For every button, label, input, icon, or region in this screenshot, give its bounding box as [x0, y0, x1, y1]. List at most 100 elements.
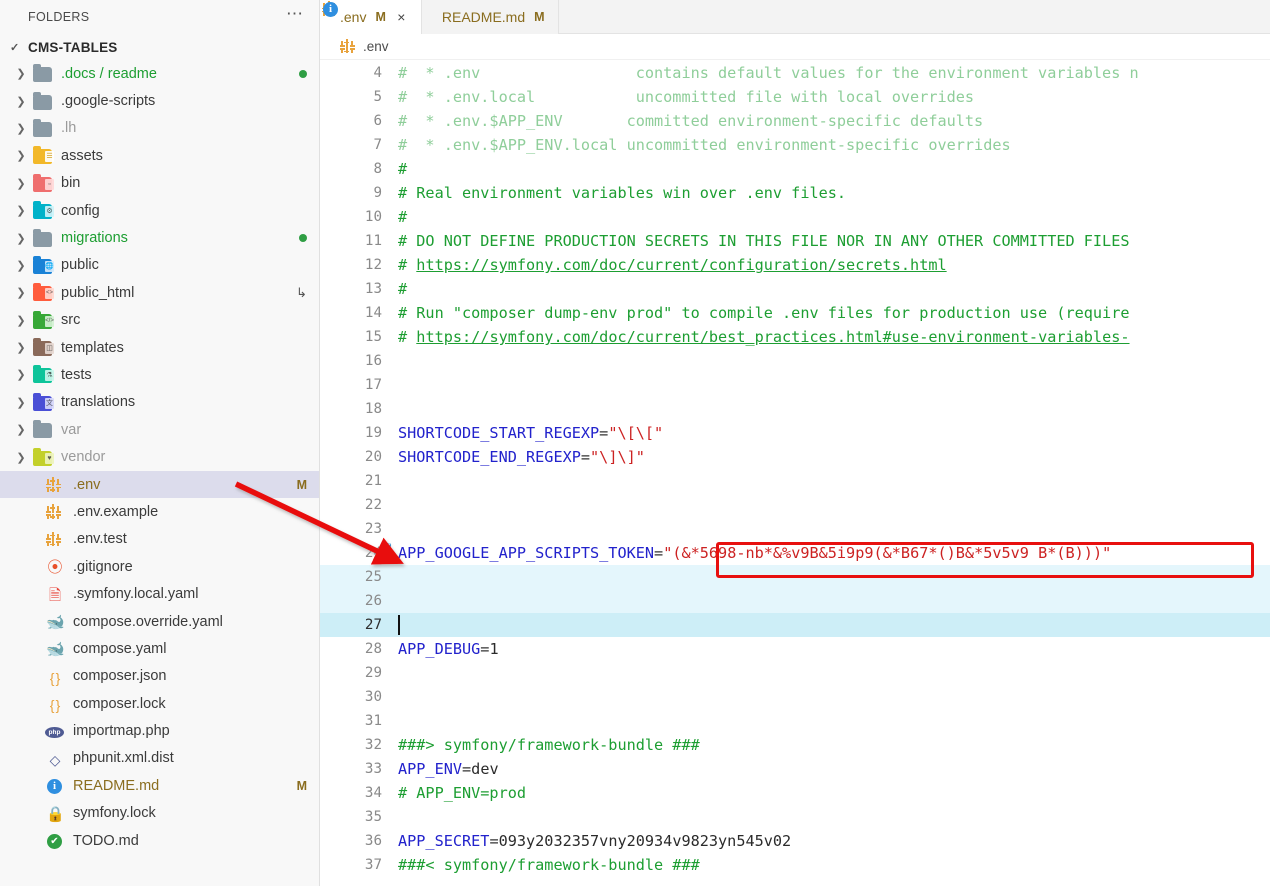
code-line[interactable]: 7 # * .env.$APP_ENV.local uncommitted env…: [320, 133, 1270, 157]
file-row--env-test[interactable]: .env.test: [0, 526, 319, 553]
code-line[interactable]: 9 # Real environment variables win over .…: [320, 181, 1270, 205]
code-line[interactable]: 29: [320, 661, 1270, 685]
tab-modified-badge: M: [534, 10, 545, 24]
code-line[interactable]: 14 # Run "composer dump-env prod" to comp…: [320, 301, 1270, 325]
symlink-icon: ↳: [296, 284, 307, 300]
project-root-row[interactable]: ✓ CMS-TABLES: [0, 34, 319, 60]
line-number: 6: [373, 113, 382, 129]
code-line[interactable]: 11 # DO NOT DEFINE PRODUCTION SECRETS IN …: [320, 229, 1270, 253]
code-line[interactable]: 32 ###> symfony/framework-bundle ###: [320, 733, 1270, 757]
folder-row-translations[interactable]: ❯ 文 translations: [0, 389, 319, 416]
file-row-compose-yaml[interactable]: 🐋 compose.yaml: [0, 635, 319, 662]
file-row-composer-json[interactable]: { } composer.json: [0, 663, 319, 690]
folder-row-vendor[interactable]: ❯ ♥ vendor: [0, 443, 319, 470]
file-row-readme-md[interactable]: i README.md M: [0, 772, 319, 799]
ellipsis-icon[interactable]: ⋯: [286, 5, 305, 25]
folder-row--docs-readme[interactable]: ❯ .docs / readme: [0, 60, 319, 87]
line-number: 20: [364, 449, 382, 465]
code-line[interactable]: 13 #: [320, 277, 1270, 301]
code-line[interactable]: 35: [320, 805, 1270, 829]
lock-icon: 🔒: [46, 805, 65, 823]
code-line[interactable]: 19 SHORTCODE_START_REGEXP="\[\[": [320, 421, 1270, 445]
code-line[interactable]: 5 # * .env.local uncommitted file with lo…: [320, 85, 1270, 109]
close-icon[interactable]: ×: [395, 9, 408, 25]
line-number: 18: [364, 401, 382, 417]
code-line[interactable]: 12 # https://symfony.com/doc/current/conf…: [320, 253, 1270, 277]
code-line[interactable]: 31: [320, 709, 1270, 733]
folder-row-migrations[interactable]: ❯ migrations: [0, 224, 319, 251]
folder-public-icon: 🌐: [32, 255, 54, 274]
code-line[interactable]: 15 # https://symfony.com/doc/current/best…: [320, 325, 1270, 349]
code-line[interactable]: 21: [320, 469, 1270, 493]
chevron-right-icon[interactable]: ❯: [10, 95, 32, 108]
chevron-right-icon[interactable]: ❯: [10, 232, 32, 245]
folder-icon: [32, 228, 54, 247]
folder-row-templates[interactable]: ❯ ◫ templates: [0, 334, 319, 361]
editor-tab-readme-md[interactable]: i README.md M: [323, 0, 559, 34]
code-line[interactable]: 16: [320, 349, 1270, 373]
code-line[interactable]: 22: [320, 493, 1270, 517]
code-line[interactable]: 24 APP_GOOGLE_APP_SCRIPTS_TOKEN="(&*5698-…: [320, 541, 1270, 565]
code-line[interactable]: 23: [320, 517, 1270, 541]
code-line[interactable]: 28 APP_DEBUG=1: [320, 637, 1270, 661]
folder-row--lh[interactable]: ❯ .lh: [0, 115, 319, 142]
folder-row-public-html[interactable]: ❯ <> public_html ↳: [0, 279, 319, 306]
file-label: .symfony.local.yaml: [73, 586, 199, 603]
file-row-compose-override-yaml[interactable]: 🐋 compose.override.yaml: [0, 608, 319, 635]
code-line[interactable]: 27: [320, 613, 1270, 637]
folder-label: var: [61, 421, 82, 438]
code-line[interactable]: 33 APP_ENV=dev: [320, 757, 1270, 781]
chevron-right-icon[interactable]: ❯: [10, 286, 32, 299]
code-line[interactable]: 25: [320, 565, 1270, 589]
chevron-right-icon[interactable]: ❯: [10, 122, 32, 135]
modified-badge: M: [296, 477, 307, 492]
folder-row-config[interactable]: ❯ ⚙ config: [0, 197, 319, 224]
chevron-down-icon: ✓: [10, 41, 20, 54]
chevron-right-icon[interactable]: ❯: [10, 423, 32, 436]
code-line[interactable]: 17: [320, 373, 1270, 397]
code-line[interactable]: 34 # APP_ENV=prod: [320, 781, 1270, 805]
code-area[interactable]: 4 # * .env contains default values for th…: [320, 61, 1270, 886]
file-row--symfony-local-yaml[interactable]: 🗎 .symfony.local.yaml: [0, 580, 319, 607]
file-row--gitignore[interactable]: ⦿ .gitignore: [0, 553, 319, 580]
folder-row--google-scripts[interactable]: ❯ .google-scripts: [0, 87, 319, 114]
chevron-right-icon[interactable]: ❯: [10, 259, 32, 272]
folder-row-tests[interactable]: ❯ ⚗ tests: [0, 361, 319, 388]
code-line[interactable]: 10 #: [320, 205, 1270, 229]
code-line[interactable]: 4 # * .env contains default values for th…: [320, 61, 1270, 85]
file-row-importmap-php[interactable]: php importmap.php: [0, 717, 319, 744]
json-icon: { }: [49, 669, 61, 686]
file-row-phpunit-xml-dist[interactable]: ◇ phpunit.xml.dist: [0, 745, 319, 772]
folder-row-var[interactable]: ❯ var: [0, 416, 319, 443]
code-line[interactable]: 8 #: [320, 157, 1270, 181]
chevron-right-icon[interactable]: ❯: [10, 341, 32, 354]
info-icon: i: [44, 777, 66, 795]
folder-row-src[interactable]: ❯ </> src: [0, 307, 319, 334]
folder-row-assets[interactable]: ❯ ☰ assets: [0, 142, 319, 169]
folder-row-public[interactable]: ❯ 🌐 public: [0, 252, 319, 279]
file-row--env[interactable]: .env M: [0, 470, 319, 499]
folder-icon: [32, 91, 54, 110]
code-line[interactable]: 26: [320, 589, 1270, 613]
chevron-right-icon[interactable]: ❯: [10, 396, 32, 409]
code-line[interactable]: 6 # * .env.$APP_ENV committed environment…: [320, 109, 1270, 133]
file-row-composer-lock[interactable]: { } composer.lock: [0, 690, 319, 717]
file-row-todo-md[interactable]: ✔ TODO.md: [0, 827, 319, 854]
chevron-right-icon[interactable]: ❯: [10, 177, 32, 190]
code-line[interactable]: 20 SHORTCODE_END_REGEXP="\]\]": [320, 445, 1270, 469]
file-row--env-example[interactable]: .env.example: [0, 498, 319, 525]
chevron-right-icon[interactable]: ❯: [10, 368, 32, 381]
code-line[interactable]: 18: [320, 397, 1270, 421]
chevron-right-icon[interactable]: ❯: [10, 314, 32, 327]
chevron-right-icon[interactable]: ❯: [10, 204, 32, 217]
chevron-right-icon[interactable]: ❯: [10, 451, 32, 464]
file-row-symfony-lock[interactable]: 🔒 symfony.lock: [0, 800, 319, 827]
code-line[interactable]: 37 ###< symfony/framework-bundle ###: [320, 853, 1270, 877]
breadcrumb-filename[interactable]: .env: [363, 39, 389, 54]
chevron-right-icon[interactable]: ❯: [10, 149, 32, 162]
chevron-right-icon[interactable]: ❯: [10, 67, 32, 80]
code-line[interactable]: 30: [320, 685, 1270, 709]
code-line[interactable]: 36 APP_SECRET=093y2032357vny20934v9823yn5…: [320, 829, 1270, 853]
folder-row-bin[interactable]: ❯ ▫ bin: [0, 170, 319, 197]
code-token: # * .env.local uncommitted file with loc…: [398, 88, 975, 106]
